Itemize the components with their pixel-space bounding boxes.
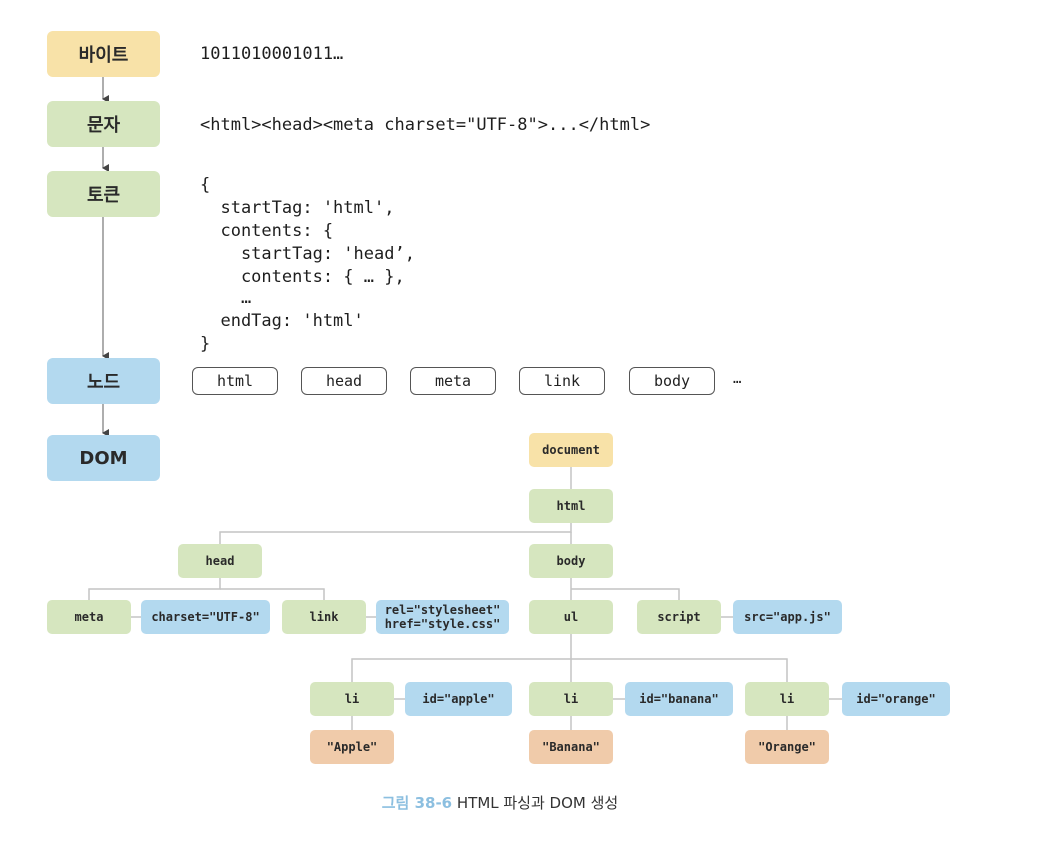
- attr-rel: rel="stylesheet": [384, 603, 501, 617]
- dom-node-link: link: [282, 600, 366, 634]
- token-line: contents: { … },: [200, 267, 405, 287]
- figure-caption: 그림 38-6 HTML 파싱과 DOM 생성: [0, 792, 1000, 813]
- stage-dom: DOM: [47, 435, 160, 481]
- node-token-body: body: [629, 367, 715, 395]
- bytes-text: 1011010001011…: [200, 44, 344, 64]
- dom-node-script: script: [637, 600, 721, 634]
- stage-tokens: 토큰: [47, 171, 160, 217]
- attr-node-src: src="app.js": [733, 600, 842, 634]
- dom-node-li-orange: li: [745, 682, 829, 716]
- attr-node-id-banana: id="banana": [625, 682, 733, 716]
- dom-node-head: head: [178, 544, 262, 578]
- node-token-more: …: [733, 371, 742, 387]
- dom-node-html: html: [529, 489, 613, 523]
- token-line: …: [200, 288, 252, 308]
- attr-node-link: rel="stylesheet" href="style.css": [376, 600, 509, 634]
- node-token-html: html: [192, 367, 278, 395]
- figure-title: HTML 파싱과 DOM 생성: [452, 794, 619, 812]
- dom-node-body: body: [529, 544, 613, 578]
- stage-characters: 문자: [47, 101, 160, 147]
- text-node-banana: "Banana": [529, 730, 613, 764]
- token-line: startTag: 'html',: [200, 198, 395, 218]
- token-line: {: [200, 175, 211, 195]
- token-line: }: [200, 334, 211, 354]
- attr-node-id-orange: id="orange": [842, 682, 950, 716]
- dom-node-li-apple: li: [310, 682, 394, 716]
- attr-href: href="style.css": [384, 617, 501, 631]
- attr-node-charset: charset="UTF-8": [141, 600, 270, 634]
- dom-node-meta: meta: [47, 600, 131, 634]
- attr-node-id-apple: id="apple": [405, 682, 512, 716]
- figure-number: 그림 38-6: [381, 794, 453, 812]
- text-node-orange: "Orange": [745, 730, 829, 764]
- dom-node-li-banana: li: [529, 682, 613, 716]
- text-node-apple: "Apple": [310, 730, 394, 764]
- dom-node-ul: ul: [529, 600, 613, 634]
- token-line: endTag: 'html': [200, 311, 364, 331]
- token-line: contents: {: [200, 221, 334, 241]
- stage-nodes: 노드: [47, 358, 160, 404]
- node-token-meta: meta: [410, 367, 496, 395]
- characters-text: <html><head><meta charset="UTF-8">...</h…: [200, 115, 651, 135]
- stage-bytes: 바이트: [47, 31, 160, 77]
- node-token-head: head: [301, 367, 387, 395]
- token-line: startTag: 'head’,: [200, 244, 415, 264]
- dom-node-document: document: [529, 433, 613, 467]
- node-token-link: link: [519, 367, 605, 395]
